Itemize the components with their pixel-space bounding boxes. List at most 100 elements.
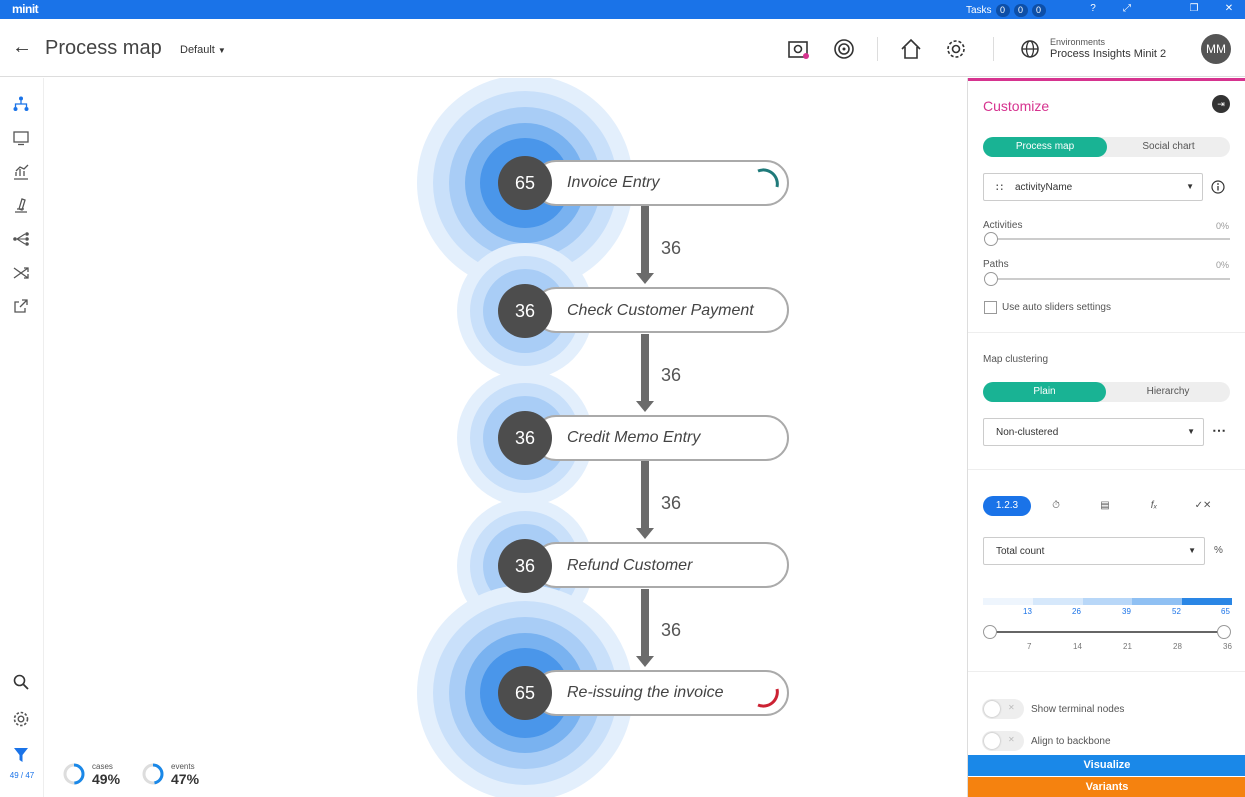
- range-slider-min-thumb[interactable]: [983, 625, 997, 639]
- tab-plain[interactable]: Plain: [983, 382, 1106, 402]
- flow-icon[interactable]: [12, 230, 30, 248]
- chart-icon[interactable]: [12, 163, 30, 181]
- page-title: Process map: [45, 37, 162, 59]
- node-count[interactable]: 36: [498, 539, 552, 593]
- visualize-button[interactable]: Visualize: [968, 755, 1245, 776]
- environment-name[interactable]: Process Insights Minit 2: [1050, 48, 1166, 60]
- view-dropdown[interactable]: Default ▼: [180, 44, 226, 56]
- section-divider: [968, 671, 1245, 672]
- check-cross-icon[interactable]: ✓✕: [1179, 496, 1227, 516]
- chevron-down-icon: ▼: [1186, 182, 1194, 191]
- customize-panel: Customize ⇥ Process map Social chart ∷ a…: [967, 78, 1245, 797]
- color-scale-bar: [983, 598, 1232, 605]
- section-divider: [968, 469, 1245, 470]
- process-map-icon[interactable]: [12, 95, 30, 113]
- microscope-icon[interactable]: [12, 196, 30, 214]
- scale-label: 52: [1172, 607, 1181, 616]
- tab-hierarchy[interactable]: Hierarchy: [1106, 382, 1230, 402]
- variants-button[interactable]: Variants: [968, 777, 1245, 797]
- left-sidebar: 49 / 47: [0, 78, 44, 797]
- activities-slider-thumb[interactable]: [984, 232, 998, 246]
- paths-slider-thumb[interactable]: [984, 272, 998, 286]
- tab-process-map[interactable]: Process map: [983, 137, 1107, 157]
- info-icon[interactable]: [1211, 180, 1225, 194]
- activities-percent: 0%: [1216, 221, 1230, 231]
- snapshot-icon[interactable]: [787, 37, 811, 61]
- clustering-toggle: Plain Hierarchy: [983, 382, 1230, 402]
- pin-panel-icon[interactable]: ⇥: [1212, 95, 1230, 113]
- scale-label: 65: [1221, 607, 1230, 616]
- task-count-badge: 0: [1031, 4, 1046, 17]
- events-donut-icon: [142, 763, 164, 785]
- progress-arc-icon: [757, 688, 779, 708]
- metric-value: Total count: [996, 546, 1045, 557]
- events-label: events: [171, 762, 195, 771]
- tab-social-chart[interactable]: Social chart: [1107, 137, 1230, 157]
- clustering-select[interactable]: Non-clustered ▼: [983, 418, 1204, 446]
- stopwatch-icon[interactable]: ⏱: [1032, 496, 1080, 516]
- tasks-indicator[interactable]: Tasks 0 0 0: [966, 4, 1046, 17]
- clustering-label: Map clustering: [983, 354, 1049, 365]
- function-icon[interactable]: fₓ: [1130, 496, 1178, 516]
- home-icon[interactable]: [899, 37, 923, 61]
- help-button[interactable]: ?: [1086, 3, 1100, 14]
- back-arrow-icon[interactable]: ←: [12, 36, 32, 59]
- align-backbone-toggle[interactable]: ✕: [982, 731, 1024, 751]
- attribute-select[interactable]: ∷ activityName ▼: [983, 173, 1203, 201]
- node-label: Re-issuing the invoice: [567, 684, 724, 701]
- dashboard-icon[interactable]: [12, 129, 30, 147]
- range-slider-max-thumb[interactable]: [1217, 625, 1231, 639]
- app-header: ← Process map Default ▼ Environments Pro…: [0, 19, 1245, 77]
- gear-icon[interactable]: [944, 37, 968, 61]
- edge-label: 36: [661, 365, 682, 385]
- fullscreen-button[interactable]: ⤢: [1120, 3, 1134, 14]
- auto-sliders-checkbox[interactable]: [984, 301, 997, 314]
- terminal-nodes-label: Show terminal nodes: [1031, 704, 1125, 715]
- node-count[interactable]: 36: [498, 411, 552, 465]
- filter-icon[interactable]: [12, 746, 30, 764]
- align-backbone-label: Align to backbone: [1031, 736, 1111, 747]
- scale-label: 26: [1072, 607, 1081, 616]
- task-count-badge: 0: [1013, 4, 1028, 17]
- panel-title: Customize: [983, 98, 1050, 114]
- scale-label: 36: [1223, 642, 1232, 651]
- progress-arc-icon: [757, 168, 779, 188]
- scale-label: 21: [1123, 642, 1132, 651]
- briefcase-icon[interactable]: ▤: [1081, 496, 1129, 516]
- node-label: Invoice Entry: [567, 174, 660, 191]
- paths-percent: 0%: [1216, 260, 1230, 270]
- cases-label: cases: [92, 762, 113, 771]
- close-button[interactable]: ✕: [1222, 3, 1236, 14]
- cases-donut-icon: [63, 763, 85, 785]
- more-options-icon[interactable]: ⋯: [1206, 418, 1232, 446]
- cases-value: 49%: [92, 771, 121, 787]
- settings-icon[interactable]: [12, 710, 30, 728]
- edge-label: 36: [661, 620, 682, 640]
- restore-button[interactable]: ❐: [1187, 3, 1201, 14]
- globe-icon: [1021, 40, 1039, 58]
- edge-label: 36: [661, 238, 682, 258]
- percent-toggle[interactable]: %: [1214, 545, 1223, 556]
- scale-label: 7: [1027, 642, 1032, 651]
- node-label: Check Customer Payment: [567, 302, 754, 319]
- shuffle-icon[interactable]: [12, 264, 30, 282]
- attribute-value: activityName: [1015, 182, 1073, 193]
- avatar[interactable]: MM: [1201, 34, 1231, 64]
- node-count[interactable]: 36: [498, 284, 552, 338]
- target-icon[interactable]: [832, 37, 856, 61]
- filter-count: 49 / 47: [9, 771, 35, 780]
- count-metric-button[interactable]: 1.2.3: [983, 496, 1031, 516]
- view-label: Default: [180, 44, 215, 56]
- metric-select[interactable]: Total count ▼: [983, 537, 1205, 565]
- scale-label: 39: [1122, 607, 1131, 616]
- node-count[interactable]: 65: [498, 156, 552, 210]
- node-count[interactable]: 65: [498, 666, 552, 720]
- app-logo: minit: [12, 2, 39, 16]
- clustering-value: Non-clustered: [996, 427, 1059, 438]
- process-map-canvas[interactable]: Invoice Entry 65 Check Customer Payment …: [44, 78, 967, 797]
- search-icon[interactable]: [12, 673, 30, 691]
- terminal-nodes-toggle[interactable]: ✕: [982, 699, 1024, 719]
- export-icon[interactable]: [12, 297, 30, 315]
- activities-label: Activities: [983, 220, 1023, 231]
- task-count-badge: 0: [995, 4, 1010, 17]
